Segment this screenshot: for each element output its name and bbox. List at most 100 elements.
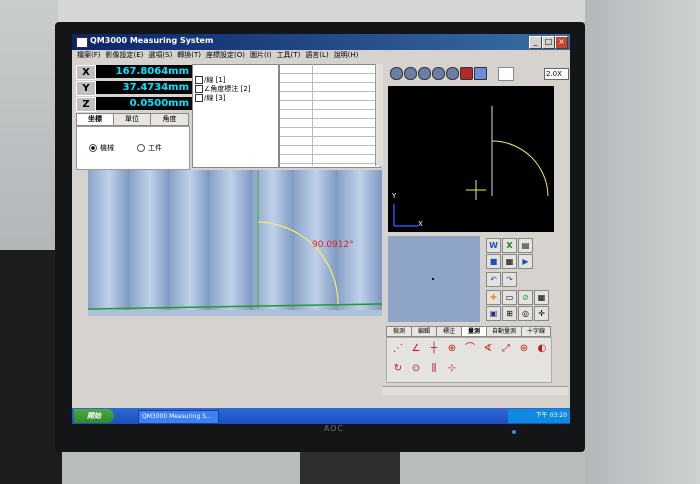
checkbox-icon[interactable] bbox=[195, 85, 203, 93]
dro-z-value: 0.0500mm bbox=[96, 97, 193, 110]
radio-work[interactable]: 工件 bbox=[137, 143, 162, 153]
power-led bbox=[512, 430, 516, 434]
taskbar-item-qm3000[interactable]: QM3000 Measuring S... bbox=[138, 410, 219, 424]
graphic-view[interactable]: Y X bbox=[388, 86, 554, 232]
no-entry-icon[interactable]: ⊘ bbox=[518, 290, 533, 305]
radio-work-label: 工件 bbox=[148, 144, 162, 152]
tab-crosshair[interactable]: 十字線 bbox=[521, 326, 551, 337]
zoom-fit-icon[interactable] bbox=[432, 67, 445, 80]
cube-icon[interactable] bbox=[460, 67, 473, 80]
crosshair-icon[interactable]: ✚ bbox=[486, 290, 501, 305]
graph-x-axis-label: X bbox=[418, 220, 423, 228]
window-title: QM3000 Measuring System bbox=[90, 36, 214, 45]
slot-icon[interactable]: ↻ bbox=[391, 362, 405, 376]
play-icon[interactable]: ▶ bbox=[518, 254, 533, 269]
menu-file[interactable]: 檔案(F) bbox=[77, 51, 101, 59]
close-button[interactable]: × bbox=[555, 36, 568, 49]
undo-icon[interactable]: ↶ bbox=[486, 272, 501, 287]
grid-divider bbox=[312, 64, 313, 166]
list-item[interactable]: ∠角度標注 [2] bbox=[195, 84, 250, 93]
cross-icon[interactable]: ┼ bbox=[427, 342, 441, 356]
checkbox-icon[interactable] bbox=[195, 76, 203, 84]
horizontal-scrollbar[interactable] bbox=[382, 386, 568, 395]
angle-icon[interactable]: ∢ bbox=[481, 342, 495, 356]
circle-icon[interactable]: ⊕ bbox=[445, 342, 459, 356]
redo-icon[interactable]: ↷ bbox=[502, 272, 517, 287]
zoom-in-icon[interactable] bbox=[404, 67, 417, 80]
ellipse-icon[interactable]: ⊛ bbox=[517, 342, 531, 356]
line-icon[interactable]: ∠ bbox=[409, 342, 423, 356]
dro-y-label[interactable]: Y bbox=[76, 81, 96, 96]
color-swatch[interactable] bbox=[498, 67, 514, 81]
image-icon[interactable]: ▣ bbox=[486, 306, 501, 321]
symmetry-icon[interactable]: ⫼ bbox=[427, 362, 441, 376]
radius-icon[interactable]: ◐ bbox=[535, 342, 549, 356]
results-scrollbar[interactable] bbox=[375, 64, 383, 166]
tab-auto-measure[interactable]: 自動量測 bbox=[486, 326, 522, 337]
menu-convert[interactable]: 轉換(T) bbox=[177, 51, 201, 59]
excel-export-icon[interactable]: X bbox=[502, 238, 517, 253]
tab-unit[interactable]: 單位 bbox=[113, 113, 151, 126]
dro-x-value: 167.8064mm bbox=[96, 65, 193, 78]
dro-x-label[interactable]: X bbox=[76, 65, 96, 80]
grid-icon[interactable] bbox=[474, 67, 487, 80]
menu-language[interactable]: 語言(L) bbox=[305, 51, 328, 59]
taskbar: 開始 QM3000 Measuring S... 下午 03:20 bbox=[72, 408, 570, 424]
menu-help[interactable]: 說明(H) bbox=[334, 51, 359, 59]
tab-coordinate[interactable]: 坐標 bbox=[76, 113, 114, 126]
print-icon[interactable]: ▦ bbox=[502, 254, 517, 269]
clock[interactable]: 下午 03:20 bbox=[536, 412, 567, 419]
graphic-canvas bbox=[393, 106, 549, 227]
menu-image-settings[interactable]: 影像設定(E) bbox=[106, 51, 144, 59]
coordinate-panel: 機械 工件 bbox=[76, 126, 190, 170]
feature-label: 角度標注 [2] bbox=[210, 85, 251, 93]
ruler-icon[interactable]: ▭ bbox=[502, 290, 517, 305]
menu-options[interactable]: 選項(S) bbox=[148, 51, 172, 59]
menu-coordinate-settings[interactable]: 座標設定(O) bbox=[206, 51, 245, 59]
radio-machine[interactable]: 機械 bbox=[89, 143, 114, 153]
tab-measure[interactable]: 量測 bbox=[461, 326, 487, 337]
overview-camera[interactable] bbox=[388, 236, 480, 322]
focus-icon[interactable]: ◎ bbox=[518, 306, 533, 321]
distance-icon[interactable]: ⤢ bbox=[499, 342, 513, 356]
tab-angle[interactable]: 角度 bbox=[150, 113, 189, 126]
minimize-button[interactable]: _ bbox=[529, 36, 542, 49]
word-export-icon[interactable]: W bbox=[486, 238, 501, 253]
radio-dot-icon bbox=[89, 144, 97, 152]
grid-snap-icon[interactable]: ⊞ bbox=[502, 306, 517, 321]
start-button[interactable]: 開始 bbox=[74, 409, 114, 423]
list-item[interactable]: ∕線 [3] bbox=[195, 93, 226, 102]
results-grid[interactable] bbox=[279, 64, 381, 168]
maximize-button[interactable]: □ bbox=[542, 36, 555, 49]
cross-icon[interactable]: ✛ bbox=[534, 306, 549, 321]
zoom-out-icon[interactable] bbox=[418, 67, 431, 80]
zoom-select[interactable]: 2.0X bbox=[544, 68, 569, 80]
tab-inspect[interactable]: 檢測 bbox=[386, 326, 412, 337]
table-icon[interactable]: ▦ bbox=[534, 290, 549, 305]
zoom-window-icon[interactable] bbox=[446, 67, 459, 80]
list-item[interactable]: ∕線 [1] bbox=[195, 75, 226, 84]
measure-tools: ⋰ ∠ ┼ ⊕ ⌒ ∢ ⤢ ⊛ ◐ ↻ ⊙ ⫼ ⊹ bbox=[386, 337, 552, 383]
pointer-icon[interactable] bbox=[390, 67, 403, 80]
dro-y-value: 37.4734mm bbox=[96, 81, 193, 94]
feature-label: 線 [3] bbox=[206, 94, 226, 102]
document-icon[interactable]: ▤ bbox=[518, 238, 533, 253]
point-icon[interactable]: ⋰ bbox=[391, 342, 405, 356]
checkbox-icon[interactable] bbox=[195, 94, 203, 102]
feature-label: 線 [1] bbox=[206, 76, 226, 84]
function-tabs: 檢測 編輯 標注 量測 自動量測 十字線 bbox=[386, 326, 551, 337]
menu-image[interactable]: 圖片(I) bbox=[250, 51, 272, 59]
arc-icon[interactable]: ⌒ bbox=[463, 342, 477, 356]
menu-tools[interactable]: 工具(T) bbox=[277, 51, 301, 59]
monitor-brand: AOC bbox=[323, 424, 345, 433]
tab-annotate[interactable]: 標注 bbox=[436, 326, 462, 337]
screen: QM3000 Measuring System _ □ × 檔案(F) 影像設定(… bbox=[72, 34, 570, 424]
center-icon[interactable]: ⊙ bbox=[409, 362, 423, 376]
tab-edit[interactable]: 編輯 bbox=[411, 326, 437, 337]
dro-z-label[interactable]: Z bbox=[76, 97, 96, 112]
view-toolbar: 2.0X bbox=[388, 66, 569, 82]
camera-view[interactable]: 90.0912° bbox=[88, 170, 382, 316]
save-icon[interactable]: ■ bbox=[486, 254, 501, 269]
peak-icon[interactable]: ⊹ bbox=[445, 362, 459, 376]
system-tray: 下午 03:20 bbox=[508, 409, 570, 423]
